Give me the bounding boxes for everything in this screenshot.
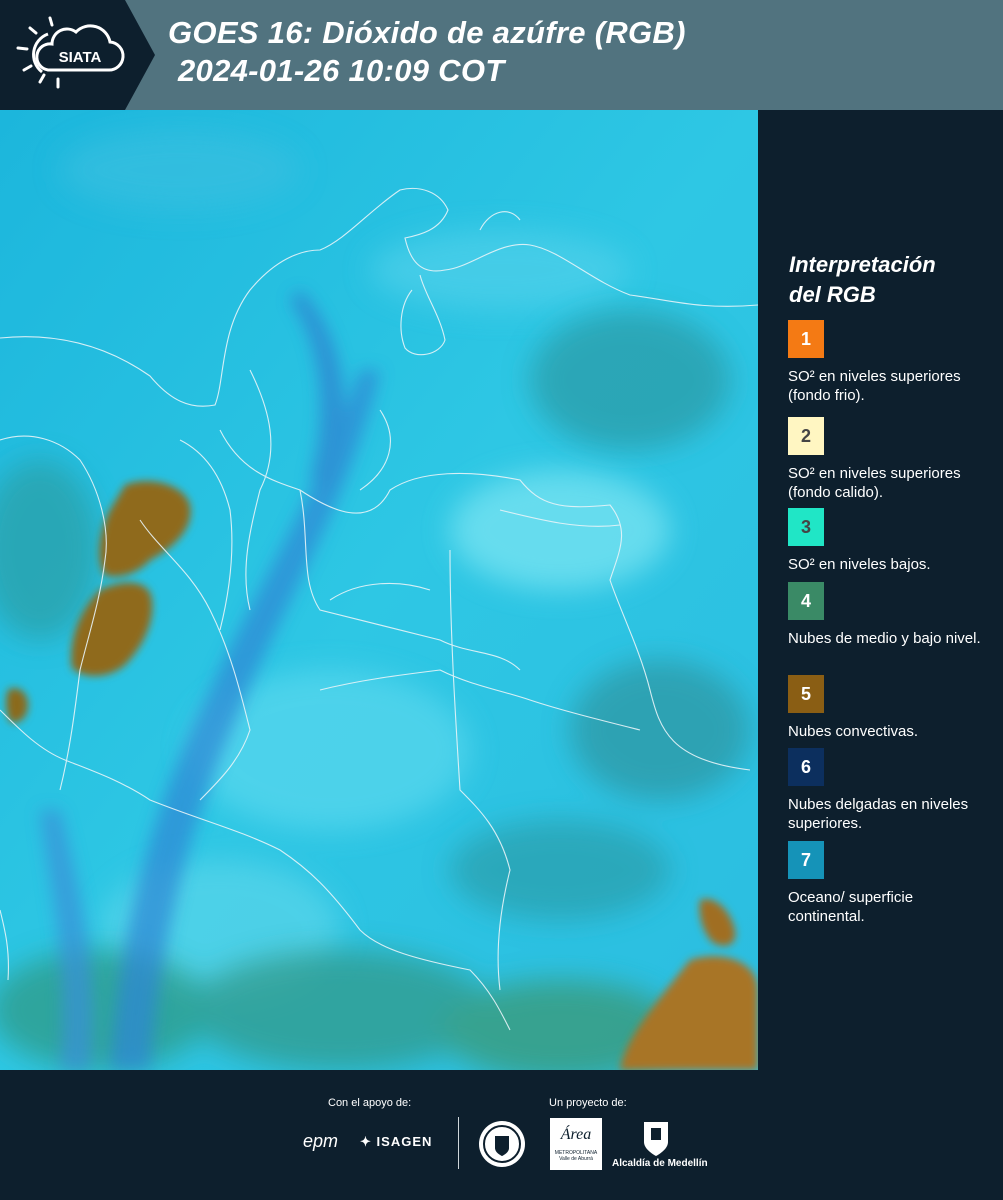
legend-item-7: 7 Oceano/ superficie continental. [788,841,993,926]
satellite-map [0,110,758,1070]
isagen-logo: ✦ ISAGEN [360,1134,433,1149]
isagen-icon: ✦ [360,1134,372,1149]
title-line-1: GOES 16: Dióxido de azúfre (RGB) [168,15,686,50]
epm-logo: epm [303,1131,339,1151]
svg-text:SIATA: SIATA [59,49,102,66]
alcaldia-shield-icon [640,1118,672,1158]
legend-item-3: 3 SO² en niveles bajos. [788,508,993,574]
legend-swatch-4: 4 [788,582,824,620]
legend-text-2: SO² en niveles superiores (fondo calido)… [788,465,961,501]
siata-logo: SIATA [0,0,155,110]
legend-text-7: Oceano/ superficie continental. [788,889,914,925]
page-title: GOES 16: Dióxido de azúfre (RGB) 2024-01… [168,14,686,90]
legend-item-1: 1 SO² en niveles superiores (fondo frio)… [788,320,993,405]
alcaldia-label: Alcaldía de Medellín [612,1158,708,1169]
area-metropolitana-logo: Área METROPOLITANA Valle de Aburrá [550,1118,602,1170]
footer: Con el apoyo de: Un proyecto de: epm ✦ I… [0,1070,1003,1200]
legend-text-6: Nubes delgadas en niveles superiores. [788,796,969,832]
legend-swatch-3: 3 [788,508,824,546]
legend-swatch-1: 1 [788,320,824,358]
medellin-seal-icon [478,1120,526,1168]
footer-divider [458,1117,459,1169]
legend-swatch-2: 2 [788,417,824,455]
legend-item-2: 2 SO² en niveles superiores (fondo calid… [788,417,993,502]
legend-swatch-6: 6 [788,748,824,786]
legend-item-4: 4 Nubes de medio y bajo nivel. [788,582,993,648]
legend-title: Interpretación del RGB [789,252,936,307]
legend-text-5: Nubes convectivas. [788,723,919,740]
rgb-legend: Interpretación del RGB 1 SO² en niveles … [758,110,1003,1070]
title-line-2: 2024-01-26 10:09 COT [178,53,505,88]
header-bar: SIATA GOES 16: Dióxido de azúfre (RGB) 2… [0,0,1003,110]
legend-swatch-5: 5 [788,675,824,713]
legend-item-6: 6 Nubes delgadas en niveles superiores. [788,748,993,833]
project-label: Un proyecto de: [549,1097,627,1109]
support-label: Con el apoyo de: [328,1097,412,1109]
legend-text-4: Nubes de medio y bajo nivel. [788,630,981,647]
legend-text-1: SO² en niveles superiores (fondo frio). [788,368,961,404]
legend-swatch-7: 7 [788,841,824,879]
legend-text-3: SO² en niveles bajos. [788,556,931,573]
legend-item-5: 5 Nubes convectivas. [788,675,993,741]
